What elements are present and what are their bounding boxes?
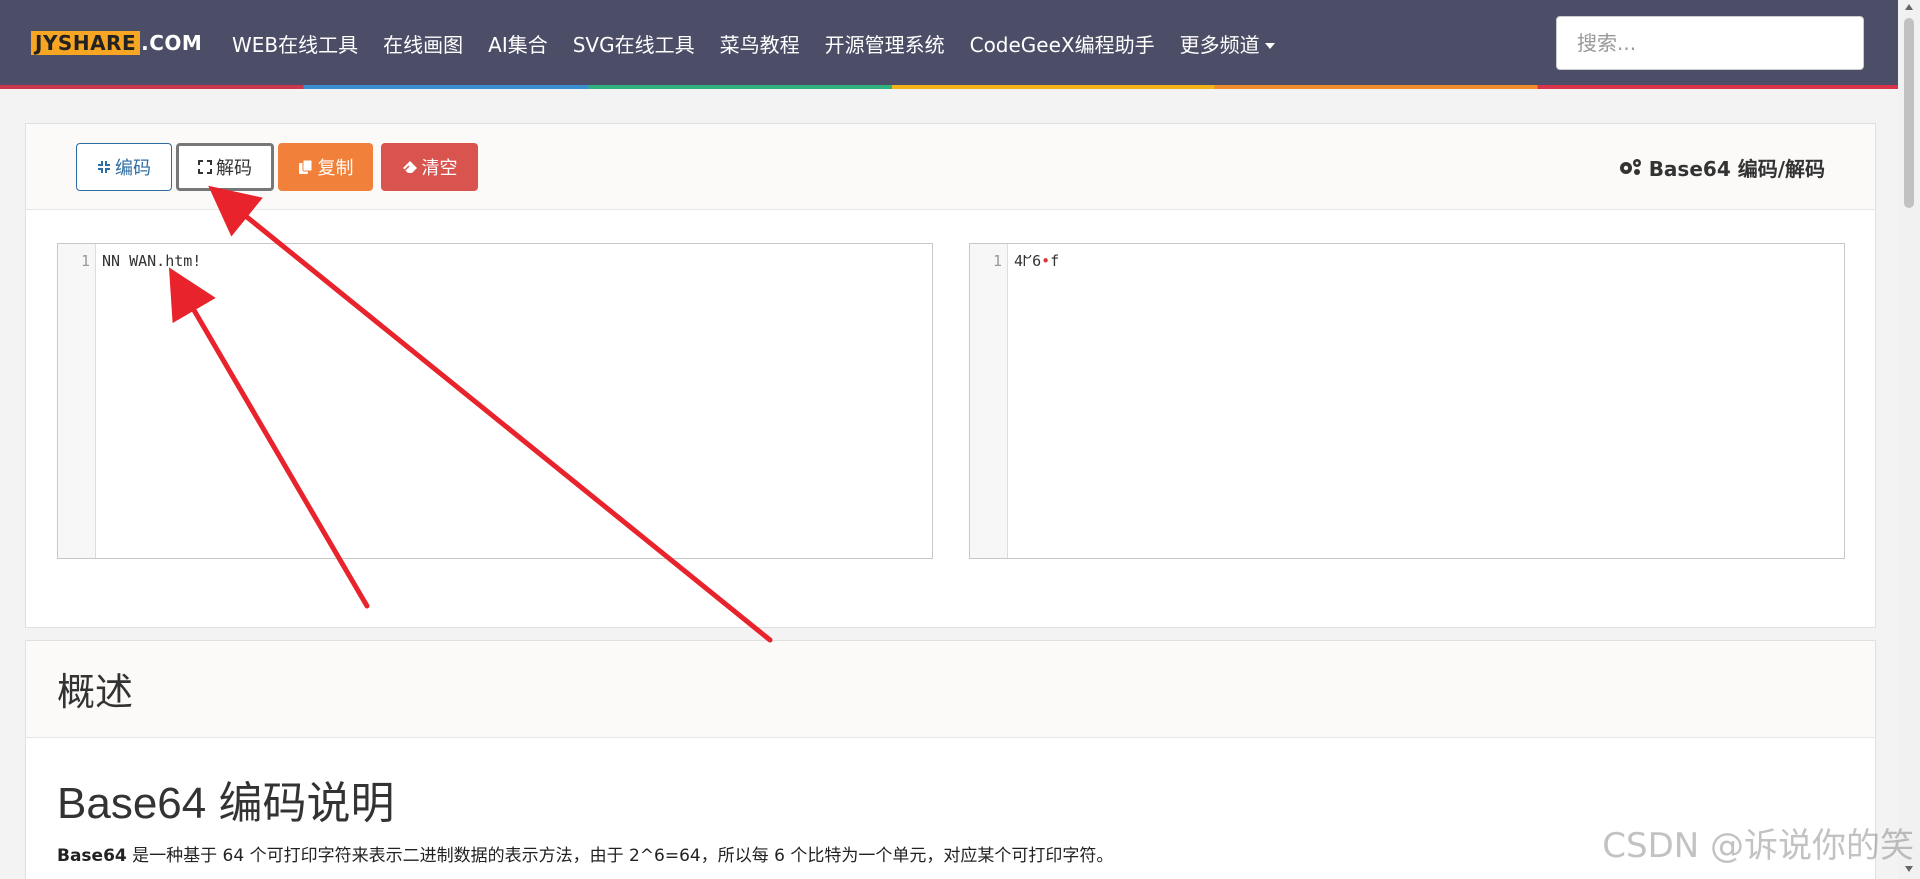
nav-link-runoob[interactable]: 菜鸟教程 [720, 29, 800, 58]
expand-icon [198, 160, 212, 174]
nav-link-drawing[interactable]: 在线画图 [383, 29, 463, 58]
nav-link-svg-tools[interactable]: SVG在线工具 [573, 29, 695, 58]
line-number: 1 [80, 252, 90, 270]
base64-tool-panel: 编码 解码 复制 清空 Base64 编码/解码 1 NN WAN.htm! 1… [25, 123, 1876, 628]
line-number: 1 [992, 252, 1002, 270]
output-text: 4ᖸ6•f [1014, 252, 1059, 270]
overview-header: 概述 [26, 641, 1875, 738]
logo-main-text: JYSHARE [31, 31, 141, 55]
nav-dropdown-label: 更多频道 [1179, 32, 1260, 57]
nav-link-web-tools[interactable]: WEB在线工具 [232, 29, 358, 58]
compress-icon [98, 161, 110, 173]
page-scrollbar[interactable] [1898, 0, 1920, 879]
output-text-part-a: 4ᖸ6 [1014, 252, 1042, 270]
eraser-icon [402, 161, 417, 173]
nav-link-open-source[interactable]: 开源管理系统 [825, 29, 945, 58]
top-navbar: JYSHARE .COM WEB在线工具 在线画图 AI集合 SVG在线工具 菜… [0, 0, 1898, 88]
logo-tld-text: .COM [141, 31, 203, 55]
decode-label: 解码 [216, 158, 252, 179]
section-body-text: 是一种基于 64 个可打印字符来表示二进制数据的表示方法，由于 2^6=64，所… [126, 846, 1114, 866]
line-gutter: 1 [58, 244, 96, 558]
decode-button[interactable]: 解码 [176, 143, 274, 191]
special-char-marker: • [1041, 252, 1051, 270]
nav-link-ai[interactable]: AI集合 [488, 29, 548, 58]
output-editor[interactable]: 1 4ᖸ6•f [969, 243, 1845, 559]
copy-icon [298, 159, 312, 174]
tool-title-text: Base64 编码/解码 [1648, 156, 1825, 181]
caret-down-icon [1264, 43, 1275, 49]
scroll-up-arrow-icon[interactable] [1905, 4, 1913, 10]
nav-links: WEB在线工具 在线画图 AI集合 SVG在线工具 菜鸟教程 开源管理系统 Co… [232, 26, 1300, 60]
gears-icon [1619, 159, 1641, 175]
input-editor[interactable]: 1 NN WAN.htm! [57, 243, 933, 559]
clear-label: 清空 [421, 158, 458, 179]
nav-dropdown-more[interactable]: 更多频道 [1180, 29, 1275, 58]
copy-button[interactable]: 复制 [278, 143, 373, 191]
output-text-part-b: f [1050, 252, 1060, 270]
section-paragraph: Base64 是一种基于 64 个可打印字符来表示二进制数据的表示方法，由于 2… [57, 841, 1113, 866]
encode-label: 编码 [115, 158, 151, 179]
section-bold-term: Base64 [57, 846, 127, 866]
nav-link-codegeex[interactable]: CodeGeeX编程助手 [970, 29, 1155, 58]
clear-button[interactable]: 清空 [381, 143, 478, 191]
copy-label: 复制 [317, 158, 354, 179]
section-title: Base64 编码说明 [57, 779, 395, 828]
line-gutter: 1 [970, 244, 1008, 558]
scroll-thumb[interactable] [1904, 18, 1914, 208]
search-input[interactable] [1556, 16, 1864, 70]
tool-title: Base64 编码/解码 [1617, 154, 1825, 181]
overview-panel: 概述 Base64 编码说明 Base64 是一种基于 64 个可打印字符来表示… [25, 640, 1876, 879]
watermark: CSDN @诉说你的笑 [1602, 826, 1914, 866]
tool-toolbar: 编码 解码 复制 清空 Base64 编码/解码 [26, 124, 1875, 210]
encode-button[interactable]: 编码 [76, 143, 172, 191]
overview-title: 概述 [57, 670, 134, 714]
site-logo[interactable]: JYSHARE .COM [31, 31, 202, 55]
input-text: NN WAN.htm! [102, 252, 202, 270]
navbar-color-stripe [0, 85, 1898, 89]
